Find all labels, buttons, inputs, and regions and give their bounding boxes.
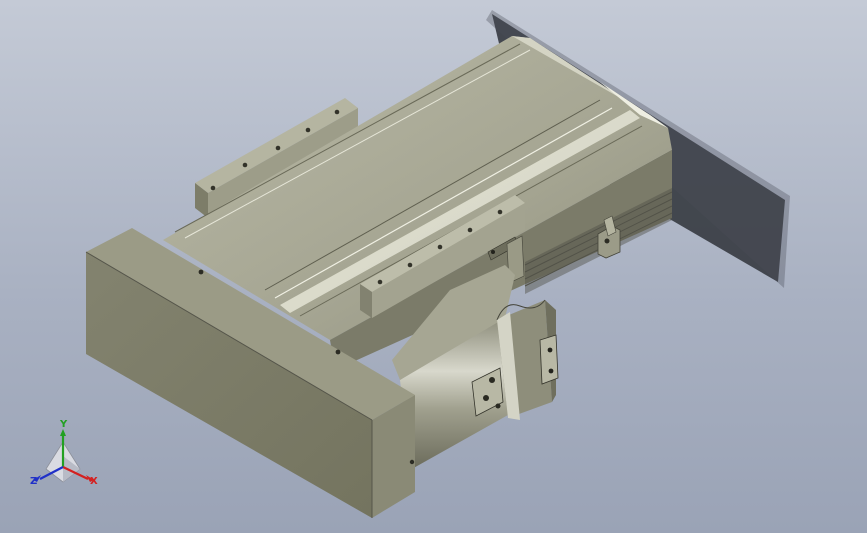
linear-actuator-model[interactable] xyxy=(0,0,867,533)
cad-viewport[interactable]: Y X Z xyxy=(0,0,867,533)
y-axis-label: Y xyxy=(60,419,68,430)
mount-hole xyxy=(198,269,204,275)
mount-hole xyxy=(335,349,341,355)
mount-hole xyxy=(409,459,415,465)
axis-triad[interactable]: Y X Z xyxy=(28,419,103,492)
x-axis-label: X xyxy=(90,476,98,487)
z-axis-label: Z xyxy=(30,476,38,487)
